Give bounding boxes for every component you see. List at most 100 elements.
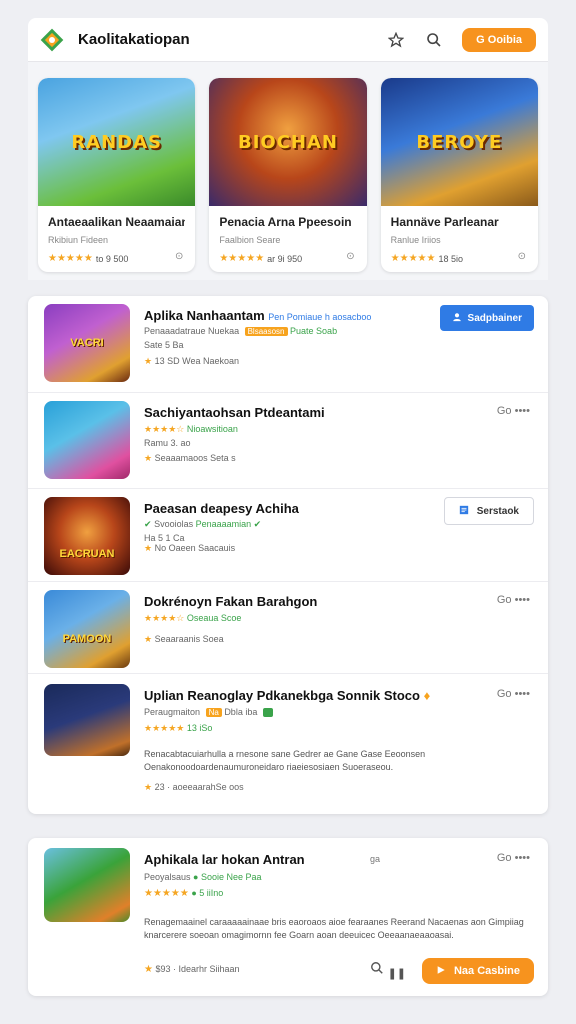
- featured-card[interactable]: BIOCHAN Penacia Arna Ppeesoin Faalbion S…: [209, 78, 367, 272]
- featured-card-art: BIOCHAN: [209, 78, 367, 206]
- rating-text: to 9 500: [95, 253, 129, 264]
- meta-text: Peoyalsaus: [144, 872, 191, 882]
- app-header: Kaolitakatiopan G Ooibia: [28, 18, 548, 62]
- app-name: Aphikala lar hokan Antran: [144, 852, 305, 867]
- meta-text: 13 SD Wea Naekoan: [154, 356, 239, 366]
- star-rating: ★★★★★: [219, 253, 265, 264]
- button-label: Serstaok: [476, 505, 519, 517]
- install-button[interactable]: Sadpbainer: [439, 305, 534, 331]
- star-icon: ★: [144, 634, 153, 644]
- meta-extra: Penaaaamian: [195, 519, 252, 529]
- app-thumbnail: [44, 848, 130, 922]
- star-icon: ★: [144, 964, 153, 975]
- star-rating: ★★★★★: [48, 253, 93, 264]
- button-label: Naa Casbine: [453, 965, 520, 977]
- app-meta: ★ 13 SD Wea Naekoan: [144, 356, 239, 367]
- featured-art-text: BEROYE: [416, 131, 503, 153]
- list-item[interactable]: PAMOON Dokrénoyn Fakan Barahgon ★★★★☆ Os…: [28, 582, 548, 674]
- row-actions[interactable]: Go ••••: [497, 405, 530, 417]
- app-thumbnail: [44, 401, 130, 479]
- button-label: Sadpbainer: [467, 312, 522, 324]
- meta-text: Penaaadatraue Nuekaa: [144, 326, 240, 336]
- meta-extra: Dbla iba: [224, 707, 258, 717]
- meta-text: Peraugmaiton: [144, 707, 201, 717]
- star-icon: ★: [144, 782, 153, 792]
- app-name: Aplika Nanhaantam Pen Pomiaue h aosacboo: [144, 308, 371, 323]
- thumbnail-art-text: EACRUAN: [59, 548, 115, 560]
- featured-rating: ★★★★★ ar 9i 950: [219, 253, 356, 264]
- thumbnail-art-text: VACRI: [70, 337, 104, 349]
- meta-extra: Sooie Nee Paa: [201, 872, 262, 882]
- star-rating: ★★★★★: [144, 723, 185, 733]
- open-button[interactable]: Serstaok: [443, 497, 534, 525]
- app-meta: ★★★★☆ Oseaua Scoe: [144, 613, 241, 624]
- meta-extra: 5 iiIno: [199, 888, 224, 898]
- play-icon: [436, 965, 446, 978]
- app-title: Kaolitakatiopan: [78, 31, 190, 48]
- app-logo: [40, 28, 64, 52]
- app-card[interactable]: Aphikala lar hokan Antran ga Peoyalsaus …: [28, 838, 548, 996]
- app-name-text: Uplian Reanoglay Pdkanekbga Sonnik Stoco: [144, 688, 420, 703]
- pause-icon[interactable]: ❚❚: [388, 967, 406, 980]
- app-thumbnail: PAMOON: [44, 590, 130, 668]
- app-name-extra: ga: [370, 854, 381, 864]
- app-meta: ★ No Oaeen Saacauis: [144, 543, 235, 554]
- app-description: Renagemaainel caraaaaainaae bris eaoroao…: [144, 917, 524, 940]
- app-thumbnail: VACRI: [44, 304, 130, 382]
- list-item[interactable]: VACRI Aplika Nanhaantam Pen Pomiaue h ao…: [28, 296, 548, 393]
- star-icon: ★: [144, 453, 153, 463]
- list-item[interactable]: Sachiyantaohsan Ptdeantami ★★★★☆ Nioawsi…: [28, 393, 548, 489]
- rating-text: ar 9i 950: [267, 253, 303, 264]
- meta-text: $93 · Idearhr Siihaan: [155, 964, 240, 974]
- play-button[interactable]: Naa Casbine: [421, 958, 534, 984]
- list-item[interactable]: Uplian Reanoglay Pdkanekbga Sonnik Stoco…: [28, 674, 548, 814]
- header-action-button[interactable]: G Ooibia: [462, 27, 536, 52]
- meta-text: Seaaamaoos Seta s: [154, 453, 236, 463]
- app-meta: Ramu 3. ao: [144, 438, 191, 448]
- meta-extra: Puate Soab: [290, 326, 338, 336]
- featured-subtitle: Faalbion Seare: [219, 235, 281, 245]
- check-icon: ●: [191, 888, 197, 898]
- featured-card-art: RANDAS: [38, 78, 196, 206]
- more-icon[interactable]: ⊙: [346, 251, 354, 262]
- check-icon: ✔: [253, 519, 262, 529]
- featured-card[interactable]: RANDAS Antaeaalikan Neaamaian Rkibiun Fi…: [38, 78, 196, 272]
- meta-tag: Na: [205, 708, 222, 717]
- row-actions[interactable]: Go ••••: [497, 594, 530, 606]
- app-name-text: Aplika Nanhaantam: [144, 308, 265, 323]
- app-name: Sachiyantaohsan Ptdeantami: [144, 405, 325, 420]
- app-meta: Peraugmaiton Na Dbla iba: [144, 707, 274, 717]
- list-icon: [459, 505, 469, 518]
- more-icon[interactable]: ⊙: [518, 251, 526, 262]
- app-description: Renacabtacuiarhulla a rnesone sane Gedre…: [144, 749, 426, 772]
- meta-text: No Oaeen Saacauis: [154, 543, 236, 553]
- star-rating: ★★★★☆: [144, 613, 185, 623]
- featured-title: Hannäve Parleanar: [390, 215, 499, 229]
- row-actions[interactable]: Go ••••: [497, 688, 530, 700]
- featured-title: Penacia Arna Ppeesoin: [219, 215, 352, 229]
- star-rating: ★★★★★: [144, 888, 189, 899]
- app-meta: ★ Seaaraanis Soea: [144, 634, 224, 645]
- meta-text: Svooiolas: [154, 519, 194, 529]
- featured-title: Antaeaalikan Neaamaian: [48, 215, 186, 229]
- featured-card[interactable]: BEROYE Hannäve Parleanar Ranlue Iriios ★…: [380, 78, 538, 272]
- user-icon: [452, 312, 462, 325]
- more-icon[interactable]: ⊙: [175, 251, 183, 262]
- flame-icon: ♦: [423, 688, 431, 703]
- search-icon[interactable]: [424, 30, 444, 50]
- meta-tag: Blsaasosn: [244, 327, 288, 336]
- app-name: Uplian Reanoglay Pdkanekbga Sonnik Stoco…: [144, 688, 430, 703]
- search-icon[interactable]: [370, 961, 384, 980]
- list-item[interactable]: EACRUAN Paeasan deapesy Achiha ✔ Svooiol…: [28, 489, 548, 582]
- meta-extra: Nioawsitioan: [186, 424, 238, 434]
- check-icon: ●: [193, 872, 199, 882]
- featured-carousel: RANDAS Antaeaalikan Neaamaian Rkibiun Fi…: [28, 62, 548, 280]
- app-thumbnail: [44, 684, 130, 756]
- app-name: Paeasan deapesy Achiha: [144, 501, 299, 516]
- meta-text: Seaaraanis Soea: [154, 634, 224, 644]
- row-actions[interactable]: Go ••••: [497, 852, 530, 864]
- featured-rating: ★★★★★ 18 5io: [391, 253, 528, 264]
- app-meta: ★ Seaaamaoos Seta s: [144, 453, 236, 464]
- app-meta: ✔ Svooiolas Penaaaamian ✔: [144, 519, 261, 530]
- star-outline-icon[interactable]: [386, 30, 406, 50]
